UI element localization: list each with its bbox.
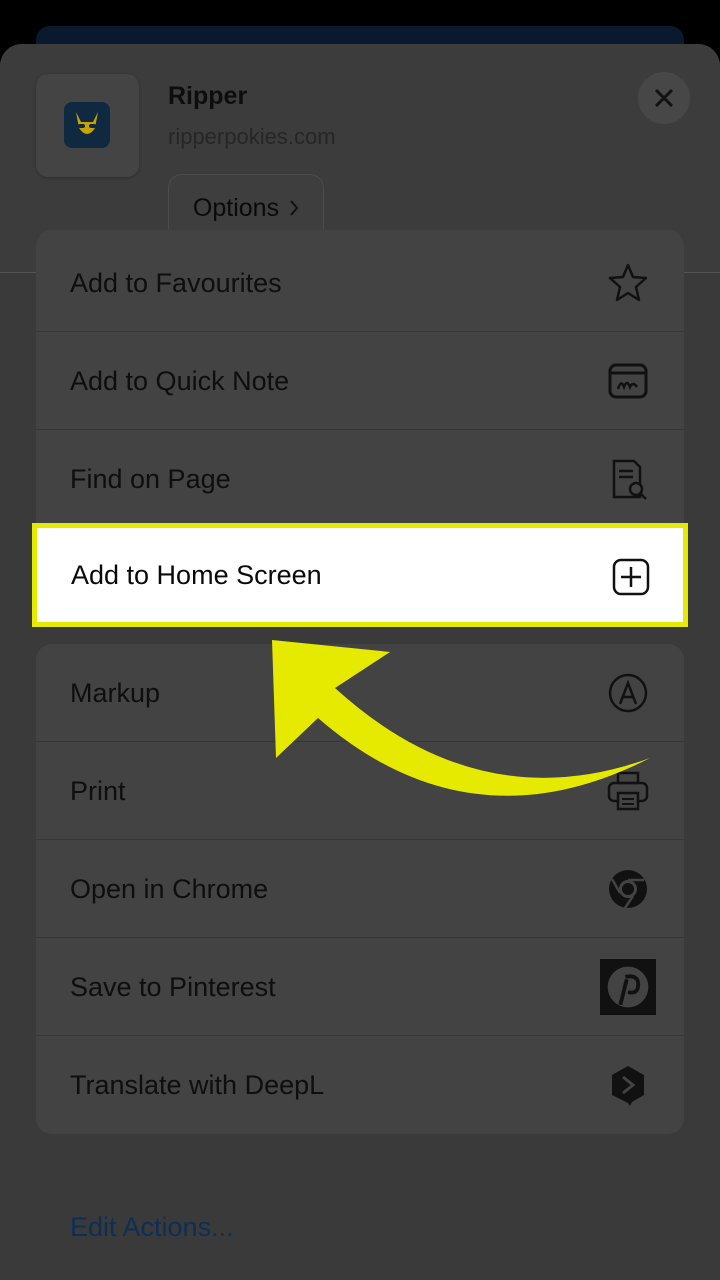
annotation-arrow xyxy=(272,640,650,796)
